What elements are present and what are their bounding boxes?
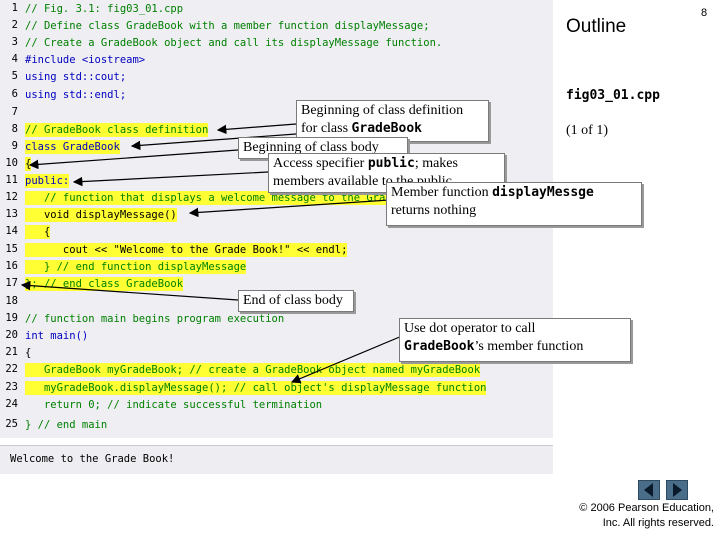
line-number: 5 (11, 70, 18, 82)
code-line: using std::endl; (25, 89, 127, 101)
callout-text: Member function (391, 185, 493, 200)
code-line-highlighted: { (25, 225, 51, 239)
line-number: 16 (5, 260, 18, 272)
code-line-highlighted: }; // end class GradeBook (25, 277, 184, 291)
page-of-indicator: (1 of 1) (566, 123, 608, 138)
callout-class-definition: Beginning of class definition for class … (296, 100, 489, 142)
callout-text: returns nothing (391, 203, 477, 218)
line-number: 11 (5, 174, 18, 186)
triangle-right-icon (673, 483, 682, 497)
line-number: 7 (11, 106, 18, 118)
copyright-line: © 2006 Pearson Education, (579, 502, 714, 514)
code-line-highlighted: } // end function displayMessage (25, 260, 247, 274)
line-number: 18 (5, 295, 18, 307)
line-number: 15 (5, 243, 18, 255)
callout-end-body: End of class body (238, 290, 354, 312)
triangle-left-icon (644, 483, 653, 497)
code-line-highlighted: GradeBook myGradeBook; // create a Grade… (25, 363, 481, 377)
code-line: #include <iostream> (25, 54, 146, 66)
callout-text: Use dot operator to call (404, 321, 536, 336)
line-number: 19 (5, 312, 18, 324)
code-line-highlighted: { (25, 157, 32, 171)
line-number: 13 (5, 208, 18, 220)
code-line: // Define class GradeBook with a member … (25, 20, 430, 32)
line-number: 12 (5, 191, 18, 203)
line-number: 1 (11, 2, 18, 14)
code-line: { (25, 347, 32, 359)
line-number: 8 (11, 123, 18, 135)
line-number: 20 (5, 329, 18, 341)
code-line-highlighted: public: (25, 174, 70, 188)
line-number: 9 (11, 140, 18, 152)
code-line-highlighted: class GradeBook (25, 140, 120, 154)
callout-text: End of class body (243, 293, 343, 308)
copyright-notice: © 2006 Pearson Education, Inc. All right… (579, 501, 714, 531)
code-line: using std::cout; (25, 71, 127, 83)
callout-member-function: Member function displayMessge returns no… (386, 182, 642, 226)
code-line: // Fig. 3.1: fig03_01.cpp (25, 3, 184, 15)
line-number: 2 (11, 19, 18, 31)
code-line: } // end main (25, 419, 108, 431)
code-line-highlighted: void displayMessage() (25, 208, 177, 222)
code-line: return 0; // indicate successful termina… (25, 399, 323, 411)
code-line-highlighted: // GradeBook class definition (25, 123, 209, 137)
program-output-text: Welcome to the Grade Book! (10, 453, 175, 465)
copyright-line: Inc. All rights reserved. (602, 517, 714, 529)
line-number: 14 (5, 225, 18, 237)
callout-code: GradeBook (351, 121, 422, 136)
outline-title: Outline (566, 16, 627, 37)
line-number: 22 (5, 363, 18, 375)
callout-code: GradeBook (404, 339, 475, 354)
program-output-box: Welcome to the Grade Book! (0, 445, 553, 474)
line-number: 17 (5, 277, 18, 289)
code-line-highlighted: cout << "Welcome to the Grade Book!" << … (25, 243, 348, 257)
code-line: // Create a GradeBook object and call it… (25, 37, 443, 49)
code-line-highlighted: myGradeBook.displayMessage(); // call ob… (25, 381, 487, 395)
next-slide-button[interactable] (666, 480, 688, 500)
callout-text: ; makes (414, 156, 458, 171)
callout-text: for class (301, 121, 352, 136)
line-number: 3 (11, 36, 18, 48)
previous-slide-button[interactable] (638, 480, 660, 500)
callout-text: Access specifier (273, 156, 368, 171)
line-number: 24 (5, 398, 18, 410)
figure-filename: fig03_01.cpp (566, 88, 660, 103)
page-number: 8 (701, 7, 708, 19)
line-number: 4 (11, 53, 18, 65)
line-number: 6 (11, 88, 18, 100)
line-number: 25 (5, 418, 18, 430)
callout-text: ’s member function (474, 339, 584, 354)
callout-code: public (367, 156, 415, 171)
code-line: int main() (25, 330, 89, 342)
line-number: 21 (5, 346, 18, 358)
callout-dot-operator: Use dot operator to call GradeBook’s mem… (399, 318, 631, 362)
line-number-gutter: 1 2 3 4 5 6 7 8 9 10 11 12 13 14 15 16 1… (0, 0, 22, 438)
callout-text: Beginning of class definition (301, 103, 464, 118)
line-number: 10 (5, 157, 18, 169)
code-line: // function main begins program executio… (25, 313, 285, 325)
callout-code: displayMessge (492, 185, 594, 200)
line-number: 23 (5, 381, 18, 393)
